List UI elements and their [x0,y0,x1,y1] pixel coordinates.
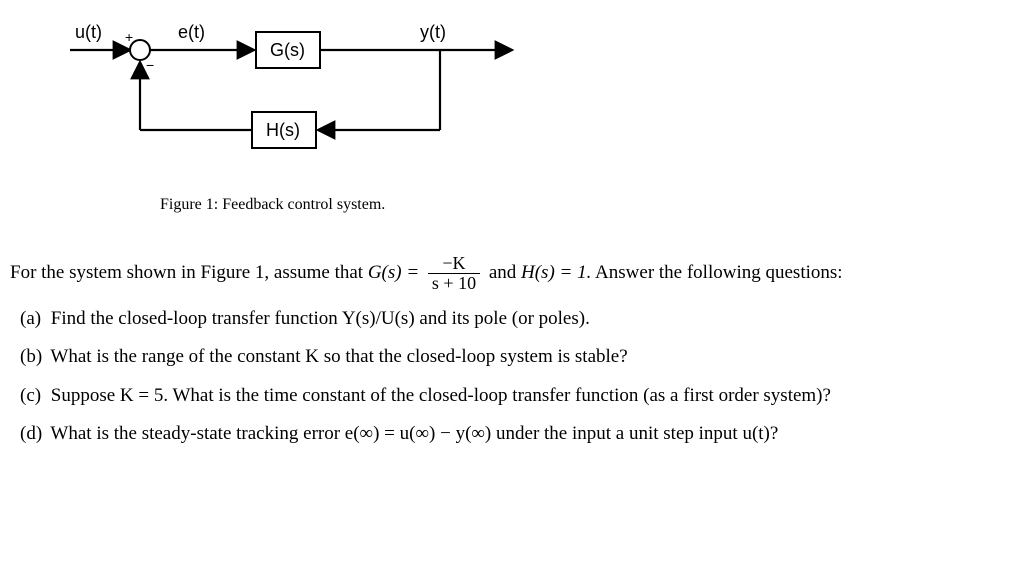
label-b: (b) [20,343,46,372]
question-c: (c) Suppose K = 5. What is the time cons… [20,382,1014,411]
gs-fraction: −K s + 10 [428,254,480,293]
error-label: e(t) [178,22,205,42]
output-label: y(t) [420,22,446,42]
question-list: (a) Find the closed-loop transfer functi… [10,305,1014,449]
frac-denom: s + 10 [428,273,480,293]
text-c: Suppose K = 5. What is the time constant… [51,385,831,406]
question-d: (d) What is the steady-state tracking er… [20,420,1014,449]
forward-block-label: G(s) [270,40,305,60]
block-diagram: u(t) + − e(t) G(s) y(t) H(s) [70,20,1014,180]
problem-statement: For the system shown in Figure 1, assume… [10,254,1014,449]
gs-lhs: G(s) = [368,262,424,283]
intro-part2: and [489,262,521,283]
input-label: u(t) [75,22,102,42]
hs-value: H(s) = 1. [521,262,591,283]
diagram-svg: u(t) + − e(t) G(s) y(t) H(s) [70,20,570,180]
frac-numer: −K [428,254,480,273]
text-a: Find the closed-loop transfer function Y… [51,308,590,329]
text-d: What is the steady-state tracking error … [50,423,778,444]
text-b: What is the range of the constant K so t… [50,346,627,367]
question-b: (b) What is the range of the constant K … [20,343,1014,372]
label-c: (c) [20,382,46,411]
summer-plus: + [125,29,133,45]
question-a: (a) Find the closed-loop transfer functi… [20,305,1014,334]
summer-minus: − [146,57,154,73]
intro-part3: Answer the following questions: [595,262,843,283]
intro-text: For the system shown in Figure 1, assume… [10,254,1014,293]
intro-part1: For the system shown in Figure 1, assume… [10,262,368,283]
label-d: (d) [20,420,46,449]
figure-caption: Figure 1: Feedback control system. [160,196,1014,214]
feedback-block-label: H(s) [266,120,300,140]
label-a: (a) [20,305,46,334]
